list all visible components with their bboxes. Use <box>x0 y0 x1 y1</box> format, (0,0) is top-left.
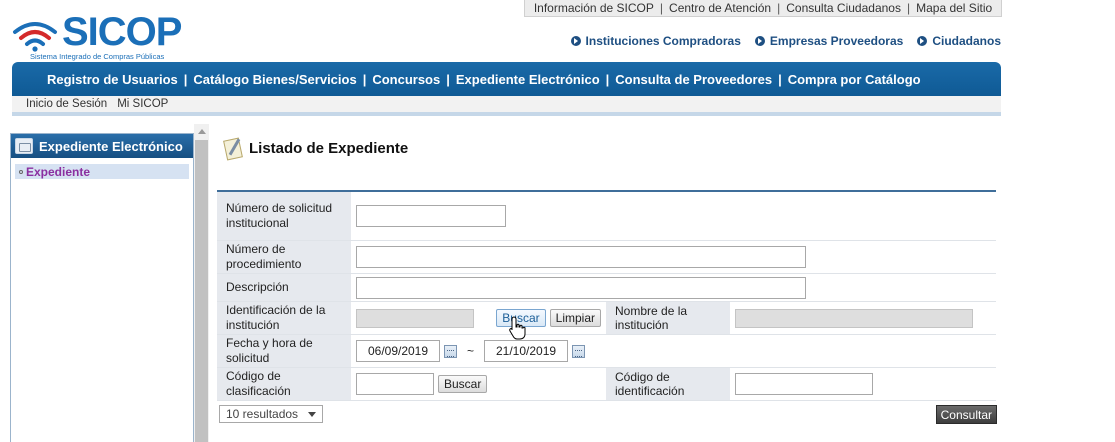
hand-cursor-icon <box>509 316 526 340</box>
results-controls: 10 resultados Consultar <box>217 405 997 425</box>
form-row-numero-procedimiento: Número de procedimiento <box>217 241 996 274</box>
utility-bar: Información de SICOP | Centro de Atenció… <box>524 0 1002 17</box>
arrow-circle-icon <box>754 36 765 46</box>
quick-link-label: Instituciones Compradoras <box>585 34 741 48</box>
fecha-desde-input[interactable] <box>356 340 440 362</box>
wifi-signal-icon <box>13 22 57 52</box>
sidebar-scrollbar[interactable] <box>194 124 209 442</box>
quick-link-instituciones[interactable]: Instituciones Compradoras <box>570 34 741 48</box>
main-navigation: Registro de Usuarios | Catálogo Bienes/S… <box>12 62 1001 96</box>
form-field-cell <box>351 274 996 301</box>
separator: | <box>605 71 610 87</box>
nav-registro-usuarios[interactable]: Registro de Usuarios <box>47 72 178 87</box>
quick-link-ciudadanos[interactable]: Ciudadanos <box>917 34 1001 48</box>
codigo-identificacion-label: Código de identificación <box>606 368 730 400</box>
sub-navigation: Inicio de Sesión Mi SICOP <box>12 96 1001 112</box>
subnav-mi-sicop[interactable]: Mi SICOP <box>117 98 168 110</box>
identificacion-label: Identificación de la institución <box>217 302 351 334</box>
fecha-label: Fecha y hora de solicitud <box>217 335 351 367</box>
quick-link-label: Empresas Proveedoras <box>769 34 904 48</box>
numero-procedimiento-label: Número de procedimiento <box>217 241 351 273</box>
form-row-identificacion: Identificación de la institución Buscar … <box>217 302 996 335</box>
arrow-circle-icon <box>917 36 928 46</box>
quick-link-label: Ciudadanos <box>932 34 1001 48</box>
page-title: Listado de Expediente <box>249 139 409 157</box>
sidebar: Expediente Electrónico Expediente <box>10 133 194 442</box>
separator: | <box>659 1 664 15</box>
nav-concursos[interactable]: Concursos <box>372 72 440 87</box>
notepad-icon <box>222 136 244 160</box>
form-row-fecha: Fecha y hora de solicitud ~ <box>217 335 996 368</box>
calendar-icon[interactable] <box>572 344 586 358</box>
sidebar-item-expediente[interactable]: Expediente <box>15 164 189 179</box>
separator: | <box>777 1 781 15</box>
folder-icon <box>15 138 33 154</box>
quick-link-empresas[interactable]: Empresas Proveedoras <box>754 34 904 48</box>
scroll-up-icon[interactable] <box>198 129 206 134</box>
form-row-codigo: Código de clasificación Buscar Código de… <box>217 368 996 401</box>
chevron-down-icon <box>308 412 316 417</box>
sidebar-header: Expediente Electrónico <box>11 134 193 158</box>
link-mapa-sitio[interactable]: Mapa del Sitio <box>916 1 992 15</box>
codigo-clasificacion-label: Código de clasificación <box>217 368 351 400</box>
sidebar-title: Expediente Electrónico <box>39 138 183 154</box>
form-field-cell: Buscar Limpiar <box>351 302 606 334</box>
subnav-inicio-sesion[interactable]: Inicio de Sesión <box>26 98 107 110</box>
form-field-cell: ~ <box>351 335 996 367</box>
descripcion-label: Descripción <box>217 274 351 301</box>
page-header: Listado de Expediente <box>222 136 408 160</box>
nav-consulta-proveedores[interactable]: Consulta de Proveedores <box>615 72 772 87</box>
nombre-institucion-input[interactable] <box>735 308 973 328</box>
sidebar-item-label: Expediente <box>26 164 91 179</box>
sicop-page: Información de SICOP | Centro de Atenció… <box>0 0 1115 442</box>
page-size-select[interactable]: 10 resultados <box>219 405 323 423</box>
form-field-cell <box>730 302 990 334</box>
numero-solicitud-input[interactable] <box>356 205 506 227</box>
limpiar-button[interactable]: Limpiar <box>549 309 601 327</box>
separator: | <box>446 71 450 87</box>
calendar-icon[interactable] <box>444 344 457 358</box>
numero-procedimiento-input[interactable] <box>356 246 806 268</box>
bullet-icon <box>19 169 23 174</box>
scrollbar-thumb[interactable] <box>195 140 208 442</box>
logo-subtitle: Sistema Integrado de Compras Públicas <box>30 52 165 61</box>
form-field-cell: Buscar <box>351 368 606 400</box>
quick-links: Instituciones Compradoras Empresas Prove… <box>570 34 1001 48</box>
consultar-button[interactable]: Consultar <box>935 405 997 424</box>
nav-compra-catalogo[interactable]: Compra por Catálogo <box>788 72 921 87</box>
descripcion-input[interactable] <box>356 276 806 299</box>
nombre-institucion-label: Nombre de la institución <box>606 302 730 334</box>
search-form: Número de solicitud institucional Número… <box>217 190 996 401</box>
form-field-cell <box>730 368 990 400</box>
nav-expediente-electronico[interactable]: Expediente Electrónico <box>456 72 600 87</box>
link-informacion-sicop[interactable]: Información de SICOP <box>534 1 654 15</box>
divider <box>12 112 1001 116</box>
codigo-clasificacion-input[interactable] <box>356 373 434 395</box>
link-centro-atencion[interactable]: Centro de Atención <box>669 1 771 15</box>
identificacion-input[interactable] <box>356 308 474 328</box>
separator: | <box>778 71 782 87</box>
link-consulta-ciudadanos[interactable]: Consulta Ciudadanos <box>786 1 901 15</box>
nav-catalogo[interactable]: Catálogo Bienes/Servicios <box>193 72 356 87</box>
form-field-cell <box>351 241 996 273</box>
form-row-descripcion: Descripción <box>217 274 996 302</box>
separator: | <box>183 71 188 87</box>
form-field-cell <box>351 192 996 240</box>
separator: | <box>906 1 911 15</box>
page-size-value: 10 resultados <box>226 407 299 421</box>
numero-solicitud-label: Número de solicitud institucional <box>217 192 351 240</box>
form-row-numero-solicitud: Número de solicitud institucional <box>217 192 996 241</box>
logo-wordmark: SICOP <box>62 10 182 54</box>
buscar-clasificacion-button[interactable]: Buscar <box>438 375 488 393</box>
sicop-logo[interactable]: SICOP Sistema Integrado de Compras Públi… <box>12 10 212 62</box>
fecha-hasta-input[interactable] <box>484 340 569 362</box>
codigo-identificacion-input[interactable] <box>735 373 873 395</box>
separator: | <box>362 71 367 87</box>
date-range-separator: ~ <box>467 344 475 358</box>
arrow-circle-icon <box>570 36 581 46</box>
